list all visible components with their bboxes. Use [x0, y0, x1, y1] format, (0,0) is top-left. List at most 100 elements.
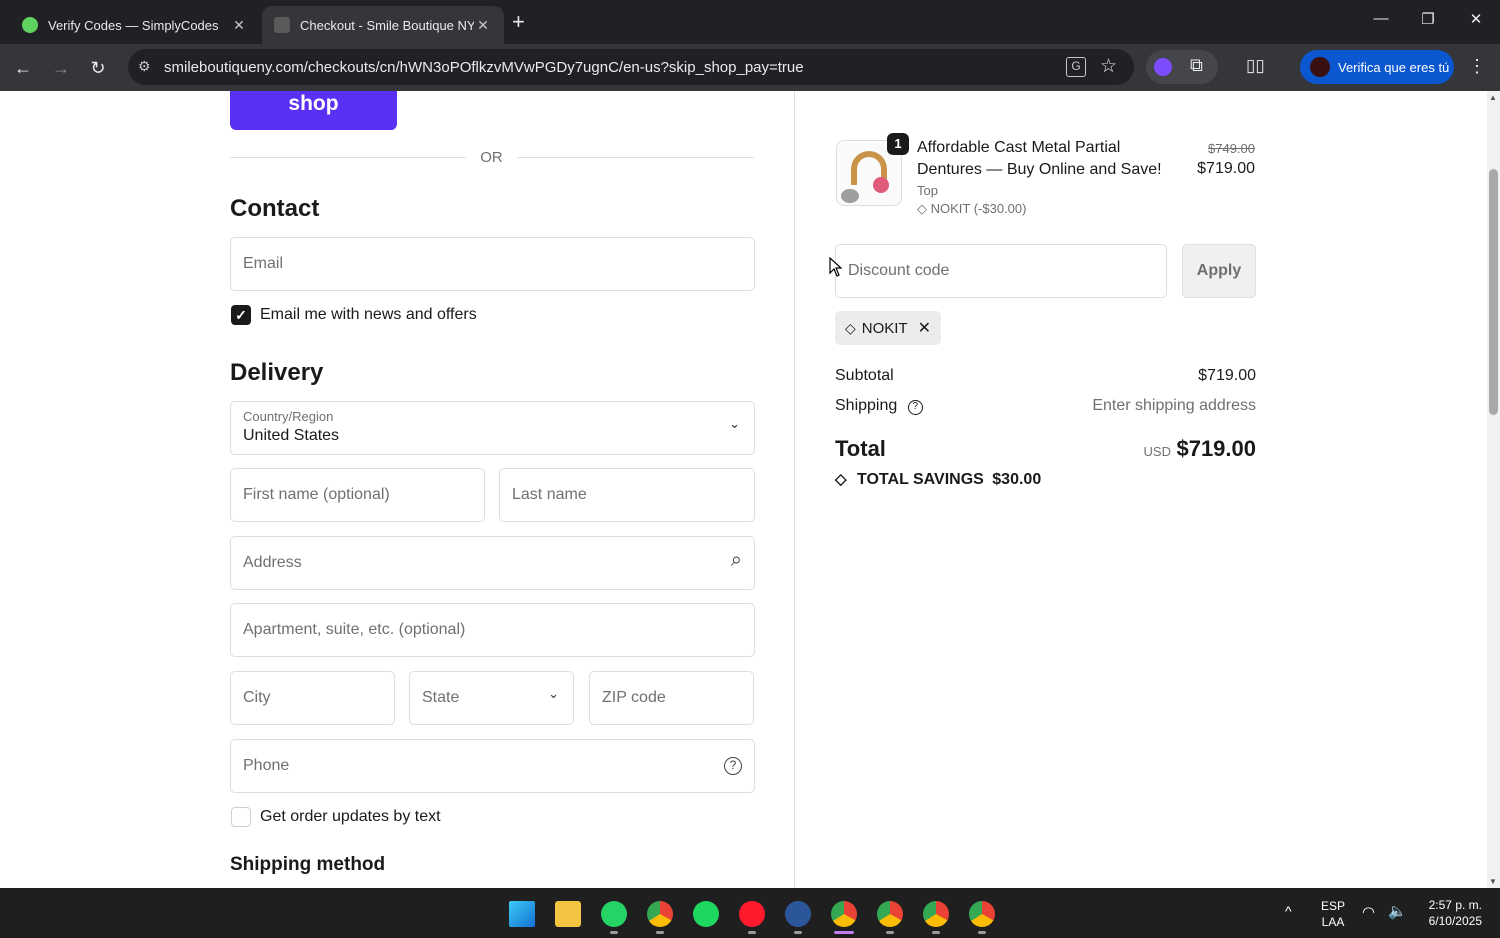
profile-button[interactable]: Verifica que eres tú [1300, 50, 1454, 84]
windows-start-icon[interactable] [509, 901, 535, 927]
remove-code-icon[interactable]: ✕ [918, 318, 931, 338]
forward-button[interactable]: → [47, 54, 75, 82]
shop-pay-button[interactable]: shop [230, 91, 397, 130]
scroll-up-icon[interactable]: ▲ [1489, 93, 1497, 102]
keyboard-layout: LAA [1321, 915, 1345, 929]
reload-button[interactable]: ↻ [84, 54, 112, 82]
city-field[interactable]: City [230, 671, 395, 725]
browser-menu-icon[interactable]: ⋮ [1468, 56, 1486, 77]
zip-code-field[interactable]: ZIP code [589, 671, 754, 725]
running-indicator [794, 931, 802, 934]
running-indicator [656, 931, 664, 934]
help-icon[interactable]: ? [907, 400, 923, 415]
file-explorer-icon[interactable] [555, 901, 581, 927]
back-button[interactable]: ← [9, 54, 37, 82]
translate-icon[interactable]: G [1066, 57, 1086, 77]
tab-close-icon[interactable]: ✕ [230, 17, 248, 34]
site-info-icon[interactable]: ⚙ [138, 58, 151, 75]
original-price: $749.00 [1208, 141, 1255, 156]
volume-icon[interactable]: 🔈 [1388, 902, 1407, 920]
newsletter-checkbox[interactable]: ✓ [231, 305, 251, 325]
chrome-active-icon[interactable] [831, 901, 857, 927]
clock-time: 2:57 p. m. [1428, 898, 1482, 912]
savings-label: TOTAL SAVINGS [857, 471, 984, 488]
clock[interactable]: 2:57 p. m. 6/10/2025 [1418, 897, 1482, 929]
last-name-field[interactable]: Last name [499, 468, 755, 522]
help-icon[interactable]: ? [724, 757, 742, 775]
scrollbar-thumb[interactable] [1489, 169, 1498, 415]
apartment-field[interactable]: Apartment, suite, etc. (optional) [230, 603, 755, 657]
opera-icon[interactable] [739, 901, 765, 927]
total-currency: USD [1143, 444, 1171, 459]
page-scrollbar[interactable]: ▲ ▼ [1487, 91, 1500, 888]
chrome-icon[interactable] [647, 901, 673, 927]
tray-overflow-icon[interactable]: ^ [1285, 903, 1292, 919]
apply-discount-button[interactable]: Apply [1182, 244, 1256, 298]
address-bar[interactable]: ⚙ smileboutiqueny.com/checkouts/cn/hWN3o… [128, 49, 1134, 85]
total-label: Total [835, 436, 886, 461]
country-select[interactable]: Country/Region United States ⌄ [230, 401, 755, 455]
subtotal-value: $719.00 [1198, 367, 1256, 384]
new-tab-button[interactable]: + [512, 9, 525, 35]
subtotal-label: Subtotal [835, 367, 894, 384]
shipping-value: Enter shipping address [1092, 397, 1256, 414]
newsletter-label[interactable]: Email me with news and offers [260, 306, 477, 324]
chrome-profile-icon[interactable] [923, 901, 949, 927]
extensions-puzzle-icon[interactable]: ⧉ [1190, 55, 1203, 76]
close-window-button[interactable]: ✕ [1461, 10, 1491, 28]
running-indicator [978, 931, 986, 934]
maximize-button[interactable]: ❐ [1413, 10, 1443, 28]
running-indicator [748, 931, 756, 934]
savings-value: $30.00 [992, 471, 1042, 488]
denture-image-shape [873, 177, 889, 193]
tab-checkout[interactable]: Checkout - Smile Boutique NY ✕ [262, 6, 504, 44]
email-placeholder: Email [243, 255, 284, 272]
checkout-page: shop OR Contact Email ✓ Email me with ne… [0, 91, 1487, 888]
discount-code-field[interactable]: Discount code [835, 244, 1167, 298]
chrome-profile-icon[interactable] [969, 901, 995, 927]
phone-placeholder: Phone [243, 757, 290, 774]
state-placeholder: State [422, 689, 460, 706]
url-text[interactable]: smileboutiqueny.com/checkouts/cn/hWN3oPO… [164, 59, 804, 76]
running-indicator [610, 931, 618, 934]
bookmark-star-icon[interactable]: ☆ [1100, 55, 1117, 78]
chrome-profile-icon[interactable] [877, 901, 903, 927]
email-field[interactable]: Email [230, 237, 755, 291]
minimize-button[interactable]: — [1366, 10, 1396, 27]
sms-updates-checkbox[interactable] [231, 807, 251, 827]
tab-simplycodes[interactable]: Verify Codes — SimplyCodes ✕ [10, 6, 260, 44]
total-amount: $719.00 [1176, 436, 1256, 461]
country-label: Country/Region [243, 409, 334, 424]
chevron-down-icon: ⌄ [548, 686, 559, 701]
active-indicator [834, 931, 854, 934]
sms-updates-label[interactable]: Get order updates by text [260, 808, 441, 826]
scroll-down-icon[interactable]: ▼ [1489, 877, 1497, 886]
extension-icon[interactable] [1154, 58, 1172, 76]
word-icon[interactable] [785, 901, 811, 927]
total-savings: ◇ TOTAL SAVINGS $30.00 [835, 470, 1041, 489]
address-placeholder: Address [243, 554, 302, 571]
shipping-row: Shipping ? Enter shipping address [835, 397, 1256, 415]
whatsapp-icon[interactable] [601, 901, 627, 927]
spotify-icon[interactable] [693, 901, 719, 927]
divider [230, 157, 466, 158]
tag-icon: ◇ [917, 201, 927, 216]
address-field[interactable]: Address ⌕ [230, 536, 755, 590]
search-icon: ⌕ [730, 549, 742, 571]
clock-date: 6/10/2025 [1428, 914, 1482, 928]
state-select[interactable]: State ⌄ [409, 671, 574, 725]
tab-close-icon[interactable]: ✕ [474, 17, 492, 34]
city-placeholder: City [243, 689, 271, 706]
applied-code-label: NOKIT [861, 319, 908, 337]
first-name-field[interactable]: First name (optional) [230, 468, 485, 522]
wifi-icon[interactable]: ◠ [1362, 903, 1375, 921]
tab-title: Verify Codes — SimplyCodes [48, 17, 219, 33]
chevron-down-icon: ⌄ [729, 416, 740, 431]
divider [517, 157, 754, 158]
product-discount-text: NOKIT (-$30.00) [930, 201, 1027, 216]
shipping-label: Shipping [835, 397, 898, 414]
phone-field[interactable]: Phone ? [230, 739, 755, 793]
apartment-placeholder: Apartment, suite, etc. (optional) [243, 621, 466, 638]
input-language[interactable]: ESP LAA [1318, 898, 1348, 930]
reading-mode-icon[interactable]: ▯▯ [1246, 56, 1265, 76]
